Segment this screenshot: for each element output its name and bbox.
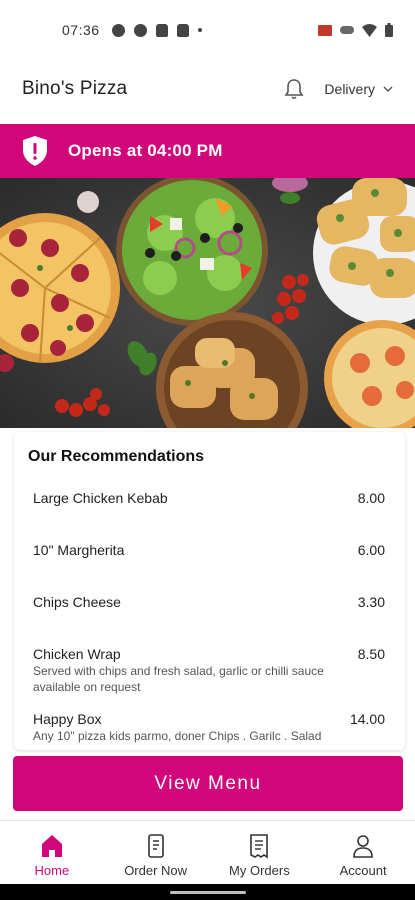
salad-bowl bbox=[116, 178, 268, 326]
android-icon bbox=[176, 23, 189, 37]
menu-item[interactable]: Chips Cheese 3.30 bbox=[33, 594, 385, 610]
nav-account[interactable]: Account bbox=[311, 821, 415, 884]
recommendations-title: Our Recommendations bbox=[28, 448, 205, 465]
app-header: Bino's Pizza Delivery bbox=[0, 60, 415, 118]
status-time: 07:36 bbox=[62, 22, 100, 38]
battery-icon bbox=[385, 23, 393, 37]
menu-item[interactable]: Chicken Wrap 8.50 Served with chips and … bbox=[33, 646, 385, 695]
hero-illustration bbox=[0, 178, 415, 428]
alert-shield-icon bbox=[23, 136, 47, 166]
bottom-nav: Home Order Now My Orders Account bbox=[0, 820, 415, 884]
nav-my-orders[interactable]: My Orders bbox=[208, 821, 312, 884]
delivery-dropdown[interactable]: Delivery bbox=[324, 81, 393, 97]
menu-item-price: 6.00 bbox=[357, 542, 385, 558]
menu-item-description: Served with chips and fresh salad, garli… bbox=[33, 664, 324, 694]
dot-icon bbox=[197, 28, 202, 32]
android-icon bbox=[155, 23, 168, 37]
menu-item[interactable]: Large Chicken Kebab 8.00 bbox=[33, 490, 385, 506]
gesture-handle[interactable] bbox=[170, 891, 246, 894]
status-icons-left bbox=[111, 23, 202, 37]
opening-hours-text: Opens at 04:00 PM bbox=[68, 141, 223, 160]
data-saver-icon bbox=[111, 23, 125, 37]
menu-item-price: 14.00 bbox=[349, 711, 385, 727]
status-icons-right bbox=[318, 23, 393, 37]
nav-home[interactable]: Home bbox=[0, 821, 104, 884]
restaurant-title: Bino's Pizza bbox=[22, 78, 128, 99]
menu-item-price: 8.00 bbox=[357, 490, 385, 506]
menu-item-price: 8.50 bbox=[357, 646, 385, 662]
view-menu-button[interactable]: View Menu bbox=[13, 756, 403, 811]
garlic-bulb bbox=[77, 191, 99, 213]
chevron-down-icon bbox=[383, 86, 393, 92]
nav-home-label: Home bbox=[34, 863, 70, 878]
opening-hours-banner: Opens at 04:00 PM bbox=[0, 124, 415, 178]
cast-icon bbox=[318, 24, 332, 36]
delivery-label: Delivery bbox=[324, 81, 375, 97]
menu-item-price: 3.30 bbox=[357, 594, 385, 610]
wifi-icon bbox=[362, 23, 377, 37]
hero-food-image bbox=[0, 178, 415, 428]
home-icon bbox=[41, 835, 62, 857]
receipt-icon bbox=[250, 834, 269, 859]
menu-item-name: Chicken Wrap bbox=[33, 646, 121, 662]
nav-order-now-label: Order Now bbox=[124, 863, 188, 878]
header-actions: Delivery bbox=[282, 77, 393, 101]
nav-my-orders-label: My Orders bbox=[229, 863, 290, 878]
nav-account-label: Account bbox=[339, 863, 387, 878]
menu-item[interactable]: Happy Box 14.00 Any 10" pizza kids parmo… bbox=[33, 711, 385, 744]
system-gesture-area bbox=[0, 884, 415, 900]
menu-item-name: Happy Box bbox=[33, 711, 102, 727]
menu-item-name: Chips Cheese bbox=[33, 594, 121, 610]
account-icon bbox=[353, 835, 373, 858]
nav-order-now[interactable]: Order Now bbox=[104, 821, 208, 884]
menu-item-name: Large Chicken Kebab bbox=[33, 490, 168, 506]
recommendations-card: Our Recommendations Large Chicken Kebab … bbox=[14, 432, 405, 750]
link-icon bbox=[340, 26, 354, 34]
order-clipboard-icon bbox=[147, 834, 164, 858]
menu-item-description: Any 10" pizza kids parmo, doner Chips . … bbox=[33, 729, 322, 743]
messenger-icon bbox=[133, 23, 147, 37]
menu-item-name: 10" Margherita bbox=[33, 542, 125, 558]
menu-item[interactable]: 10" Margherita 6.00 bbox=[33, 542, 385, 558]
status-bar: 07:36 bbox=[0, 0, 415, 60]
bell-icon[interactable] bbox=[282, 77, 306, 101]
